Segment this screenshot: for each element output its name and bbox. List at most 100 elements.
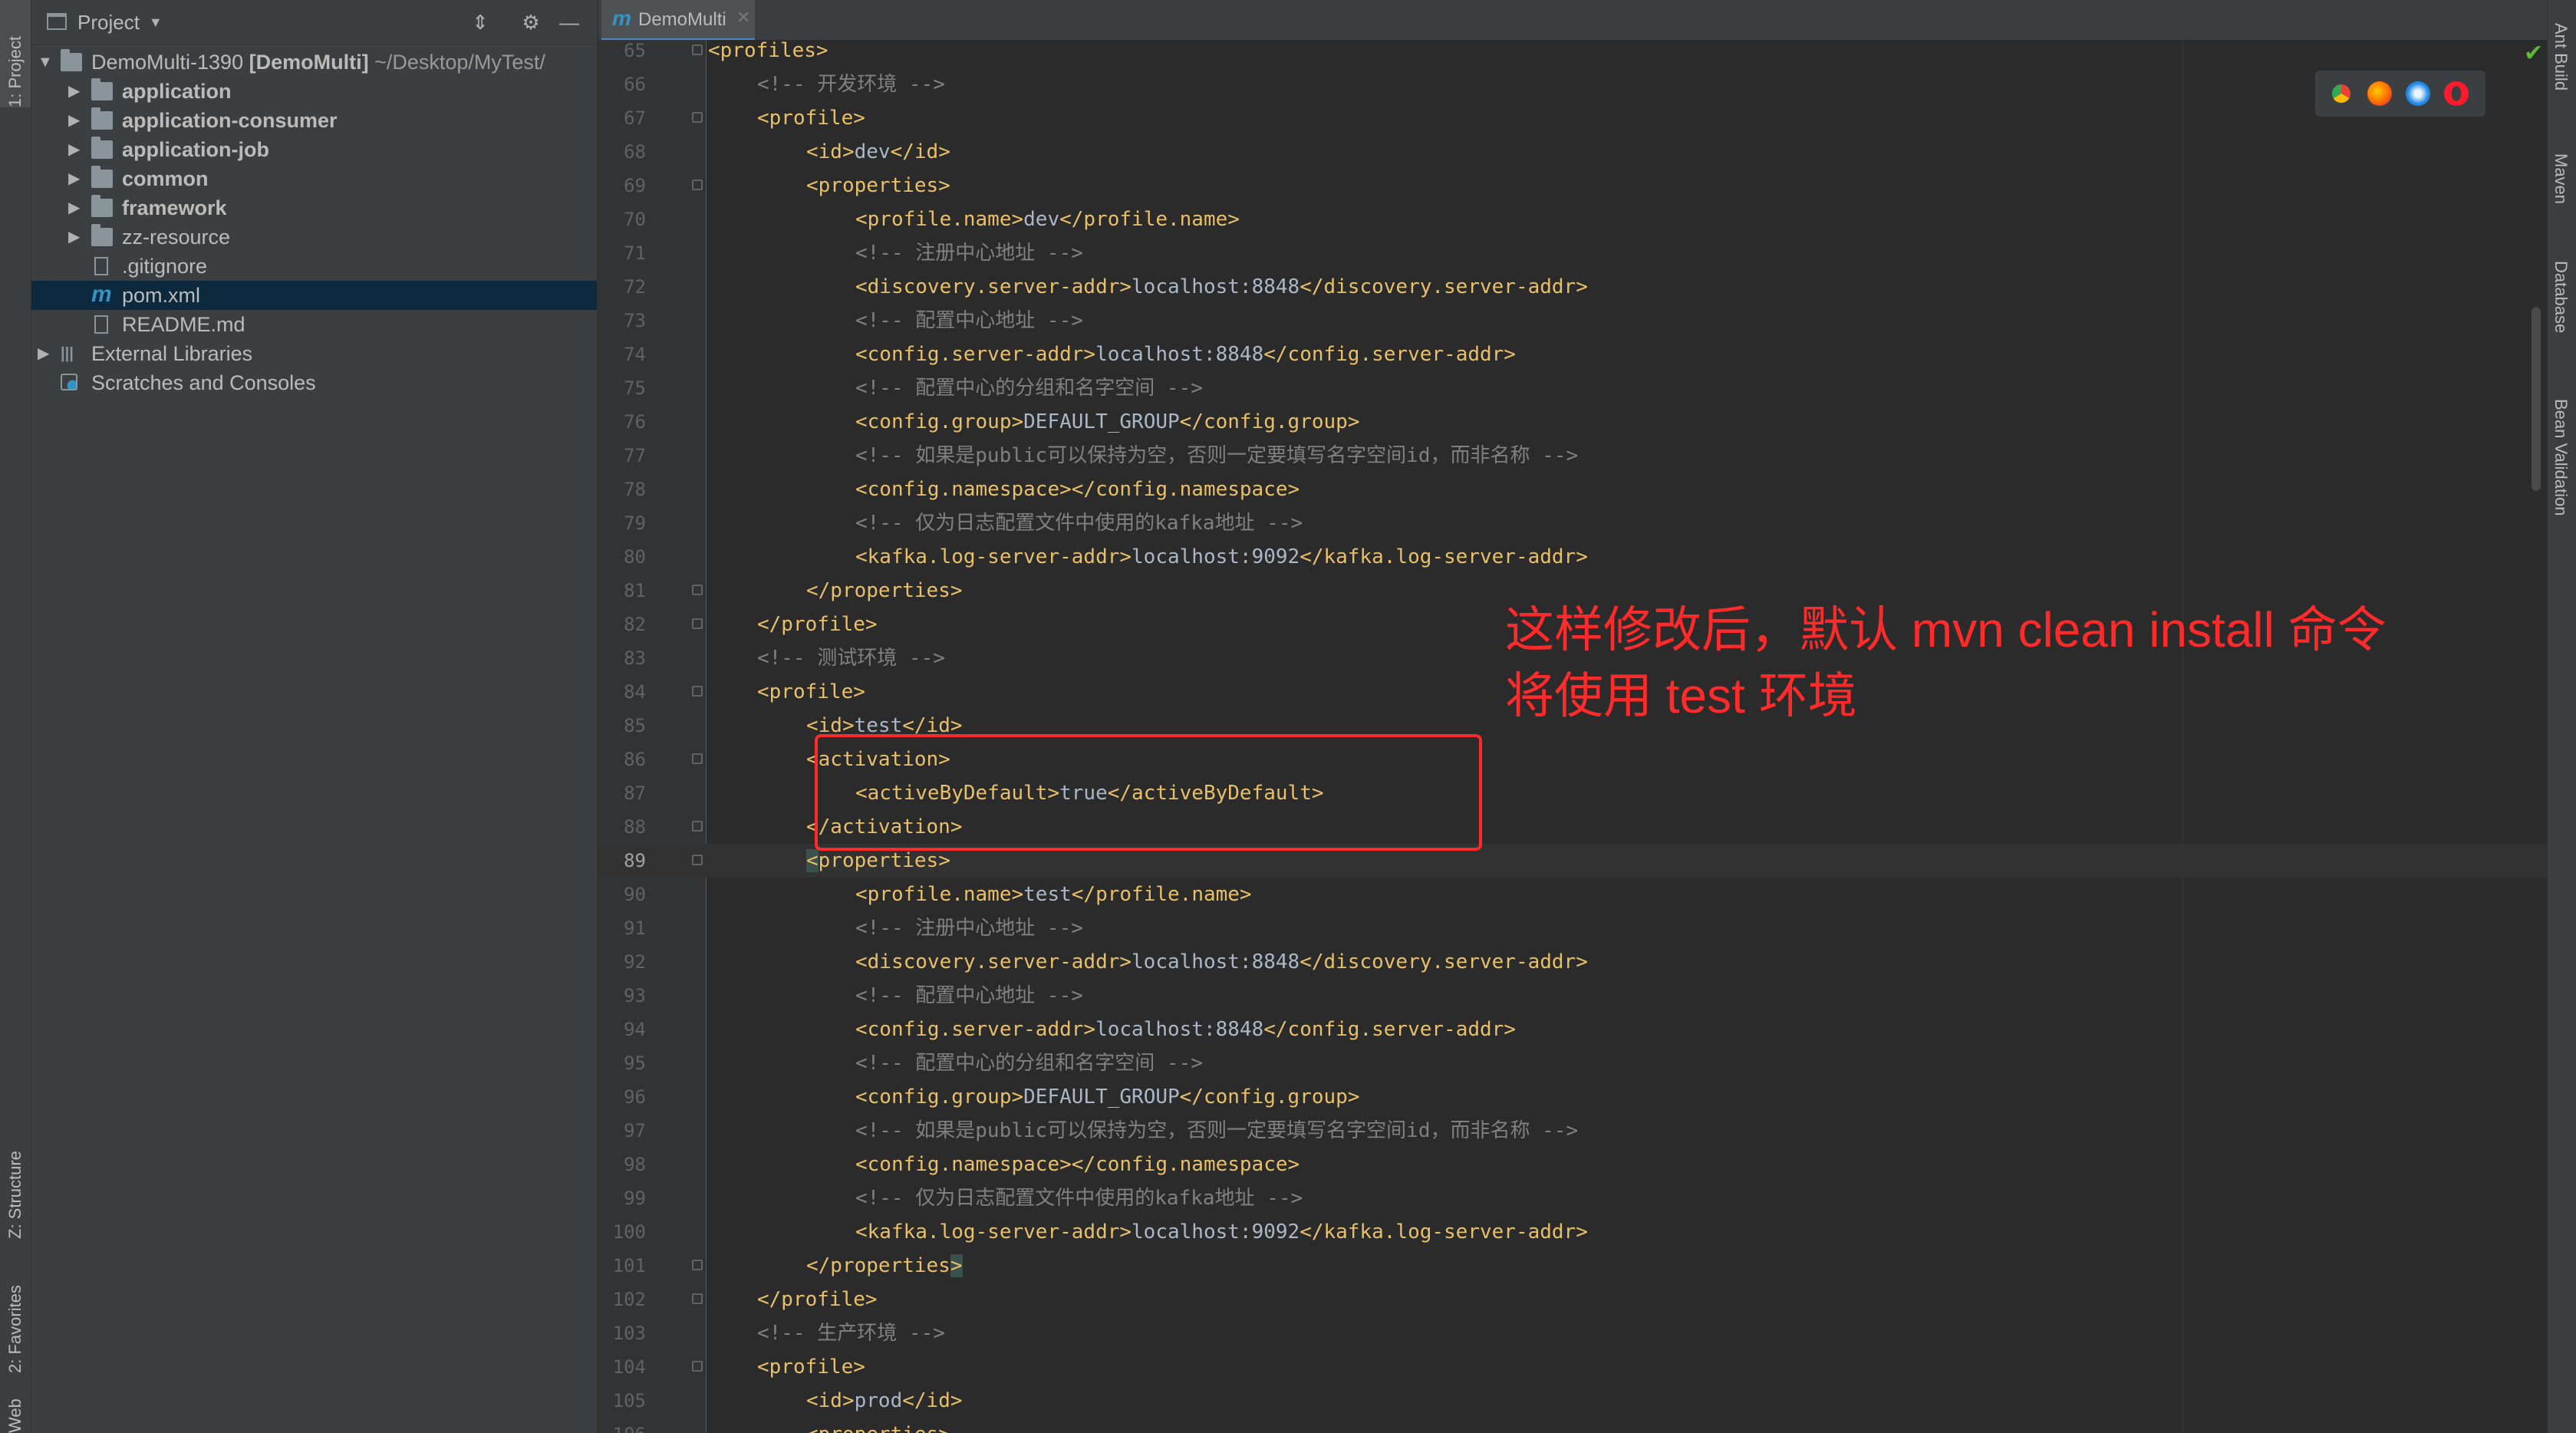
code-line[interactable]: 98 <config.namespace></config.namespace>	[598, 1148, 2547, 1181]
code-line[interactable]: 97 <!-- 如果是public可以保持为空，否则一定要填写名字空间id，而非名…	[598, 1114, 2547, 1148]
code-line[interactable]: 93 <!-- 配置中心地址 -->	[598, 979, 2547, 1013]
tree-item[interactable]: ▶ application-consumer	[31, 106, 597, 135]
chrome-icon[interactable]	[2329, 81, 2354, 106]
code-line[interactable]: 73 <!-- 配置中心地址 -->	[598, 304, 2547, 338]
tree-item[interactable]: ▶ application-job	[31, 135, 597, 164]
code-line[interactable]: 74 <config.server-addr>localhost:8848</co…	[598, 338, 2547, 371]
fold-marker-icon[interactable]	[692, 753, 703, 764]
maven-tool-tab[interactable]: Maven	[2548, 153, 2576, 238]
code-line[interactable]: 68 <id>dev</id>	[598, 135, 2547, 169]
chevron-right-icon[interactable]: ▶	[68, 135, 84, 164]
chevron-right-icon[interactable]: ▶	[68, 193, 84, 222]
tree-item[interactable]: m pom.xml	[31, 281, 597, 310]
chevron-right-icon[interactable]: ▶	[38, 339, 53, 368]
code-line[interactable]: 80 <kafka.log-server-addr>localhost:9092<…	[598, 540, 2547, 574]
tree-item[interactable]: README.md	[31, 310, 597, 339]
tree-item[interactable]: ▶ common	[31, 164, 597, 193]
fold-marker-icon[interactable]	[692, 1293, 703, 1304]
code-text: <kafka.log-server-addr>localhost:9092</k…	[855, 1221, 1588, 1244]
code-line[interactable]: 78 <config.namespace></config.namespace>	[598, 473, 2547, 506]
fold-marker-icon[interactable]	[692, 1361, 703, 1372]
fold-marker-icon[interactable]	[692, 686, 703, 697]
fold-marker-icon[interactable]	[692, 112, 703, 123]
line-number: 66	[624, 74, 646, 95]
fold-marker-icon[interactable]	[692, 44, 703, 55]
code-line[interactable]: 104 <profile>	[598, 1350, 2547, 1384]
annotation-line-1: 这样修改后，默认 mvn clean install 命令	[1505, 602, 2387, 657]
dropdown-arrow-icon[interactable]: ▼	[149, 15, 163, 31]
code-line[interactable]: 70 <profile.name>dev</profile.name>	[598, 203, 2547, 236]
tree-item[interactable]: ▶ ||| External Libraries	[31, 339, 597, 368]
inspection-ok-icon[interactable]: ✔	[2524, 40, 2543, 67]
code-line[interactable]: 100 <kafka.log-server-addr>localhost:9092…	[598, 1215, 2547, 1249]
code-line[interactable]: 65 <profiles>	[598, 34, 2547, 68]
code-line[interactable]: 95 <!-- 配置中心的分组和名字空间 -->	[598, 1046, 2547, 1080]
code-line[interactable]: 106 <properties>	[598, 1418, 2547, 1433]
line-number: 104	[612, 1356, 646, 1378]
fold-marker-icon[interactable]	[692, 180, 703, 190]
code-text: <id>prod</id>	[806, 1389, 963, 1412]
tree-item[interactable]: .gitignore	[31, 252, 597, 281]
fold-marker-icon[interactable]	[692, 585, 703, 595]
tree-item[interactable]: ▶ framework	[31, 193, 597, 222]
line-number: 103	[612, 1323, 646, 1344]
annotation-note: 这样修改后，默认 mvn clean install 命令 将使用 test 环…	[1505, 597, 2525, 729]
chevron-right-icon[interactable]: ▶	[68, 164, 84, 193]
code-line[interactable]: 103 <!-- 生产环境 -->	[598, 1316, 2547, 1350]
code-line[interactable]: 76 <config.group>DEFAULT_GROUP</config.gr…	[598, 405, 2547, 439]
chevron-down-icon[interactable]: ▼	[38, 48, 53, 77]
code-line[interactable]: 105 <id>prod</id>	[598, 1384, 2547, 1418]
tree-item-label: application-job	[122, 138, 269, 161]
tree-item-label: common	[122, 167, 209, 190]
tree-item[interactable]: ▼ DemoMulti-1390 [DemoMulti] ~/Desktop/My…	[31, 48, 597, 77]
fold-marker-icon[interactable]	[692, 855, 703, 865]
code-line[interactable]: 102 </profile>	[598, 1283, 2547, 1316]
tree-item[interactable]: ▶ application	[31, 77, 597, 106]
code-line[interactable]: 69 <properties>	[598, 169, 2547, 203]
tree-item-label: README.md	[122, 313, 245, 336]
code-line[interactable]: 92 <discovery.server-addr>localhost:8848<…	[598, 945, 2547, 979]
firefox-icon[interactable]	[2367, 81, 2392, 106]
ant-build-tool-tab[interactable]: Ant Build	[2548, 23, 2576, 130]
code-line[interactable]: 66 <!-- 开发环境 -->	[598, 68, 2547, 101]
code-line[interactable]: 71 <!-- 注册中心地址 -->	[598, 236, 2547, 270]
database-tool-tab[interactable]: Database	[2548, 261, 2576, 376]
tree-item[interactable]: ▶ zz-resource	[31, 222, 597, 252]
line-number: 75	[624, 377, 646, 399]
line-number: 85	[624, 715, 646, 736]
code-text: <discovery.server-addr>localhost:8848</d…	[855, 275, 1588, 298]
structure-tool-tab[interactable]: Z: Structure	[0, 1105, 31, 1239]
hide-panel-icon[interactable]: —	[558, 11, 581, 34]
project-panel-title[interactable]: Project	[77, 11, 140, 35]
chevron-right-icon[interactable]: ▶	[68, 106, 84, 135]
bean-validation-tool-tab[interactable]: Bean Validation	[2548, 399, 2576, 552]
fold-marker-icon[interactable]	[692, 1260, 703, 1270]
safari-icon[interactable]	[2406, 81, 2430, 106]
tree-item[interactable]: Scratches and Consoles	[31, 368, 597, 397]
highlight-box	[815, 734, 1482, 851]
code-line[interactable]: 77 <!-- 如果是public可以保持为空，否则一定要填写名字空间id，而非名…	[598, 439, 2547, 473]
web-tool-tab[interactable]: Web	[0, 1389, 31, 1433]
project-tool-tab[interactable]: 1: Project	[0, 0, 31, 107]
code-line[interactable]: 91 <!-- 注册中心地址 -->	[598, 911, 2547, 945]
code-line[interactable]: 101 </properties>	[598, 1249, 2547, 1283]
code-line[interactable]: 75 <!-- 配置中心的分组和名字空间 -->	[598, 371, 2547, 405]
line-number: 100	[612, 1221, 646, 1243]
chevron-right-icon[interactable]: ▶	[68, 222, 84, 252]
editor-scrollbar[interactable]	[2532, 307, 2541, 491]
fold-marker-icon[interactable]	[692, 821, 703, 832]
code-line[interactable]: 99 <!-- 仅为日志配置文件中使用的kafka地址 -->	[598, 1181, 2547, 1215]
code-line[interactable]: 79 <!-- 仅为日志配置文件中使用的kafka地址 -->	[598, 506, 2547, 540]
code-line[interactable]: 94 <config.server-addr>localhost:8848</co…	[598, 1013, 2547, 1046]
favorites-tool-tab[interactable]: 2: Favorites	[0, 1258, 31, 1373]
line-number: 102	[612, 1289, 646, 1310]
code-line[interactable]: 72 <discovery.server-addr>localhost:8848<…	[598, 270, 2547, 304]
code-line[interactable]: 67 <profile>	[598, 101, 2547, 135]
code-line[interactable]: 90 <profile.name>test</profile.name>	[598, 878, 2547, 911]
chevron-right-icon[interactable]: ▶	[68, 77, 84, 106]
gear-icon[interactable]: ⚙	[519, 11, 542, 34]
collapse-all-icon[interactable]: ⇕	[469, 11, 492, 34]
fold-marker-icon[interactable]	[692, 618, 703, 629]
opera-icon[interactable]	[2444, 81, 2469, 106]
code-line[interactable]: 96 <config.group>DEFAULT_GROUP</config.gr…	[598, 1080, 2547, 1114]
